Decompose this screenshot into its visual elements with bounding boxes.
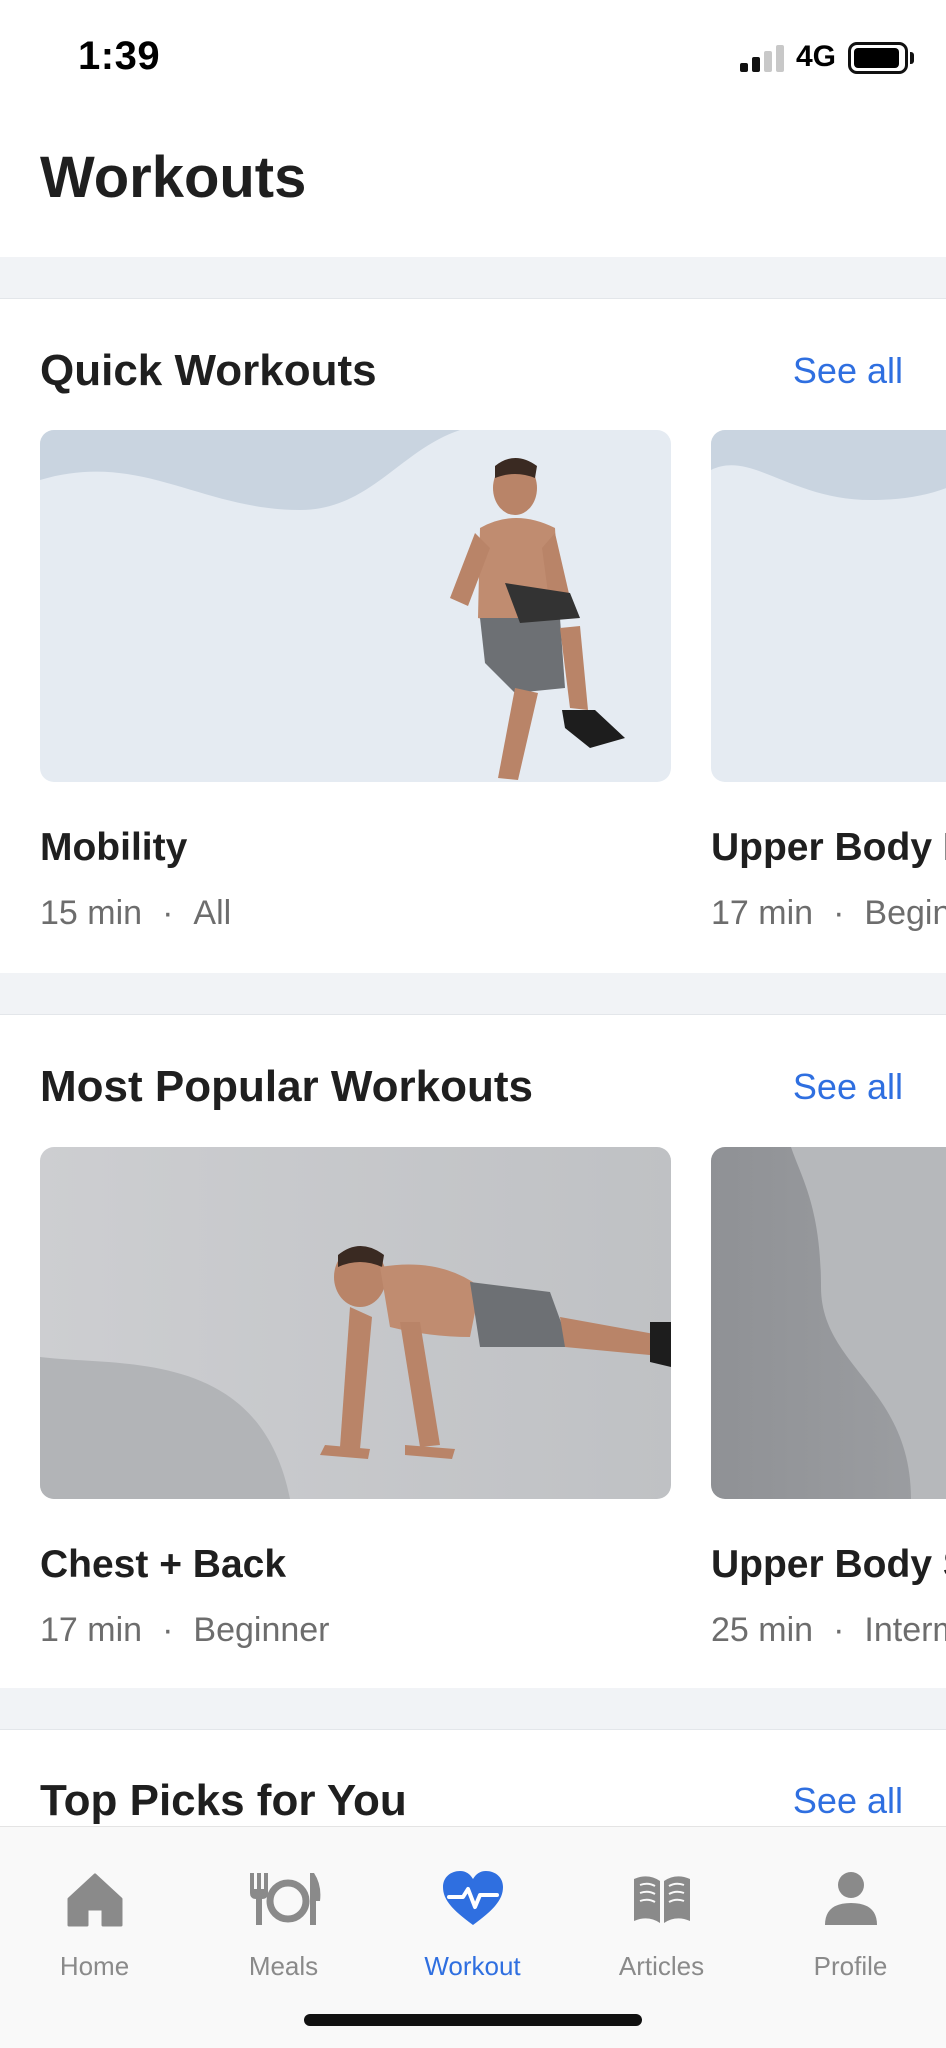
section-title: Most Popular Workouts [40, 1062, 533, 1111]
workout-image [40, 1147, 671, 1499]
book-icon [633, 1876, 690, 1923]
section-title: Top Picks for You [40, 1776, 407, 1825]
heart-pulse-icon [442, 1871, 503, 1925]
workout-meta: 15 min · All [40, 894, 231, 933]
workout-image [711, 1147, 946, 1499]
workout-card-mobility[interactable]: Mobility 15 min · All [40, 430, 671, 950]
most-popular-section: Most Popular Workouts See all Chest + Ba… [0, 1016, 946, 1688]
section-divider [0, 1688, 946, 1730]
workout-duration: 25 min [711, 1611, 814, 1649]
page-title: Workouts [40, 145, 307, 210]
section-divider [0, 973, 946, 1015]
tab-label: Home [59, 1951, 130, 1981]
quick-workouts-section: Quick Workouts See all Mobility 15 min ·… [0, 300, 946, 973]
workout-title: Mobility [40, 826, 188, 869]
home-icon [67, 1873, 122, 1927]
tab-articles[interactable]: Articles [567, 1827, 756, 1987]
home-indicator [304, 2014, 642, 2026]
see-all-link[interactable]: See all [793, 1780, 903, 1822]
workout-image [40, 430, 671, 782]
workout-image [711, 430, 946, 782]
workout-card-upper-body-s[interactable]: Upper Body S 25 min · Interm [711, 1147, 946, 1667]
tab-label: Profile [813, 1951, 888, 1981]
workout-duration: 17 min [40, 1611, 143, 1649]
utensils-icon [249, 1873, 320, 1925]
workout-title: Upper Body B [711, 826, 946, 869]
signal-strength-icon [740, 42, 786, 72]
workout-card-upper-body-b[interactable]: Upper Body B 17 min · Begin [711, 430, 946, 950]
tab-label: Meals [248, 1951, 319, 1981]
network-type: 4G [796, 40, 837, 73]
workout-duration: 15 min [40, 894, 143, 932]
workout-level: Beginner [193, 1611, 330, 1649]
meta-separator: · [162, 1611, 174, 1649]
battery-icon [848, 42, 908, 74]
workout-level: Interm [864, 1611, 946, 1649]
person-icon [824, 1872, 877, 1925]
see-all-link[interactable]: See all [793, 1066, 903, 1108]
workout-level: All [193, 894, 232, 932]
workout-duration: 17 min [711, 894, 814, 932]
meta-separator: · [833, 1611, 845, 1649]
status-time: 1:39 [78, 34, 161, 78]
workout-meta: 25 min · Interm [711, 1611, 946, 1650]
tab-profile[interactable]: Profile [756, 1827, 945, 1987]
tab-label: Workout [424, 1951, 521, 1981]
top-picks-section: Top Picks for You See all [0, 1731, 946, 1826]
workout-card-chest-back[interactable]: Chest + Back 17 min · Beginner [40, 1147, 671, 1667]
tab-meals[interactable]: Meals [189, 1827, 378, 1987]
workout-meta: 17 min · Begin [711, 894, 946, 933]
tab-workout[interactable]: Workout [378, 1827, 567, 1987]
status-bar: 1:39 4G [0, 0, 946, 118]
tab-label: Articles [618, 1951, 705, 1981]
workout-title: Upper Body S [711, 1543, 946, 1586]
tab-home[interactable]: Home [0, 1827, 189, 1987]
workout-meta: 17 min · Beginner [40, 1611, 330, 1650]
meta-separator: · [162, 894, 174, 932]
workout-level: Begin [864, 894, 946, 932]
see-all-link[interactable]: See all [793, 350, 903, 392]
workout-title: Chest + Back [40, 1543, 287, 1586]
section-title: Quick Workouts [40, 346, 377, 395]
meta-separator: · [833, 894, 845, 932]
section-divider [0, 257, 946, 299]
